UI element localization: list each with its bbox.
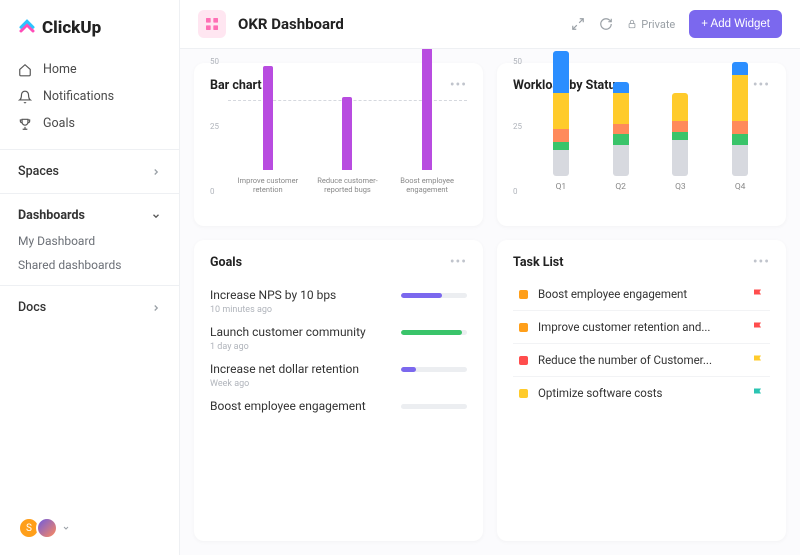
sidebar-item-my-dashboard[interactable]: My Dashboard [0, 229, 179, 253]
progress-bar [401, 293, 467, 298]
section-label: Docs [18, 300, 46, 315]
primary-nav: Home Notifications Goals [0, 52, 179, 141]
goal-item[interactable]: Increase net dollar retention Week ago [210, 362, 467, 389]
flag-icon [752, 354, 764, 366]
card-title: Task List [513, 255, 563, 270]
brand-name: ClickUp [42, 18, 101, 38]
card-workload: Workload by Status ••• 02550Q1Q2Q3Q4 [497, 63, 786, 226]
flag-icon [752, 288, 764, 300]
lock-icon [627, 19, 637, 29]
section-label: Spaces [18, 164, 59, 179]
avatar-stack[interactable]: S [18, 517, 70, 539]
home-icon [18, 63, 32, 77]
progress-bar [401, 367, 467, 372]
goal-timestamp: 1 day ago [210, 342, 467, 352]
section-dashboards[interactable]: Dashboards [0, 202, 179, 229]
section-label: Dashboards [18, 208, 85, 223]
expand-icon[interactable] [571, 17, 585, 31]
card-tasks: Task List ••• Boost employee engagement I… [497, 240, 786, 541]
topbar: OKR Dashboard Private + Add Widget [180, 0, 800, 49]
goal-name: Increase net dollar retention [210, 362, 391, 376]
brand-logo[interactable]: ClickUp [0, 18, 179, 52]
avatar [36, 517, 58, 539]
goal-name: Increase NPS by 10 bps [210, 288, 391, 302]
status-square-icon [519, 389, 528, 398]
grid-icon [204, 16, 220, 32]
nav-label: Home [43, 62, 77, 77]
sidebar: ClickUp Home Notifications Goals Spaces [0, 0, 180, 555]
chevron-right-icon [151, 303, 161, 313]
bar-chart: 02550Improve customer retentionReduce cu… [210, 101, 467, 212]
progress-bar [401, 330, 467, 335]
section-spaces[interactable]: Spaces [0, 158, 179, 185]
task-name: Reduce the number of Customer... [538, 353, 742, 367]
task-item[interactable]: Improve customer retention and... [513, 311, 770, 344]
nav-home[interactable]: Home [0, 56, 179, 83]
goal-timestamp: Week ago [210, 379, 467, 389]
nav-notifications[interactable]: Notifications [0, 83, 179, 110]
card-bar-chart: Bar chart ••• 02550Improve customer rete… [194, 63, 483, 226]
goal-item[interactable]: Boost employee engagement [210, 399, 467, 413]
status-square-icon [519, 323, 528, 332]
task-item[interactable]: Boost employee engagement [513, 278, 770, 311]
progress-bar [401, 404, 467, 409]
flag-icon [752, 387, 764, 399]
main: OKR Dashboard Private + Add Widget Bar c… [180, 0, 800, 555]
trophy-icon [18, 117, 32, 131]
clickup-logo-icon [18, 19, 36, 37]
task-name: Improve customer retention and... [538, 320, 742, 334]
goal-item[interactable]: Increase NPS by 10 bps 10 minutes ago [210, 288, 467, 315]
task-list: Boost employee engagement Improve custome… [513, 278, 770, 409]
goal-timestamp: 10 minutes ago [210, 305, 467, 315]
nav-label: Goals [43, 116, 75, 131]
section-docs[interactable]: Docs [0, 294, 179, 321]
nav-label: Notifications [43, 89, 114, 104]
chevron-down-icon [62, 524, 70, 532]
goal-name: Launch customer community [210, 325, 391, 339]
card-menu-icon[interactable]: ••• [753, 77, 770, 93]
add-widget-button[interactable]: + Add Widget [689, 10, 782, 38]
nav-goals[interactable]: Goals [0, 110, 179, 137]
card-goals: Goals ••• Increase NPS by 10 bps 10 minut… [194, 240, 483, 541]
flag-icon [752, 321, 764, 333]
dashboard-grid: Bar chart ••• 02550Improve customer rete… [180, 49, 800, 555]
chevron-right-icon [151, 167, 161, 177]
status-square-icon [519, 290, 528, 299]
goals-list: Increase NPS by 10 bps 10 minutes ago Laun… [210, 278, 467, 416]
status-square-icon [519, 356, 528, 365]
card-menu-icon[interactable]: ••• [753, 254, 770, 270]
card-menu-icon[interactable]: ••• [450, 254, 467, 270]
page-title: OKR Dashboard [238, 15, 559, 33]
task-item[interactable]: Reduce the number of Customer... [513, 344, 770, 377]
card-title: Goals [210, 255, 242, 270]
task-name: Boost employee engagement [538, 287, 742, 301]
goal-item[interactable]: Launch customer community 1 day ago [210, 325, 467, 352]
bell-icon [18, 90, 32, 104]
task-item[interactable]: Optimize software costs [513, 377, 770, 409]
privacy-indicator[interactable]: Private [627, 18, 675, 31]
sidebar-item-shared-dashboards[interactable]: Shared dashboards [0, 253, 179, 277]
dashboard-icon [198, 10, 226, 38]
refresh-icon[interactable] [599, 17, 613, 31]
top-actions: Private + Add Widget [571, 10, 782, 38]
stacked-bar-chart: 02550Q1Q2Q3Q4 [513, 101, 770, 212]
task-name: Optimize software costs [538, 386, 742, 400]
chevron-down-icon [151, 211, 161, 221]
goal-name: Boost employee engagement [210, 399, 391, 413]
